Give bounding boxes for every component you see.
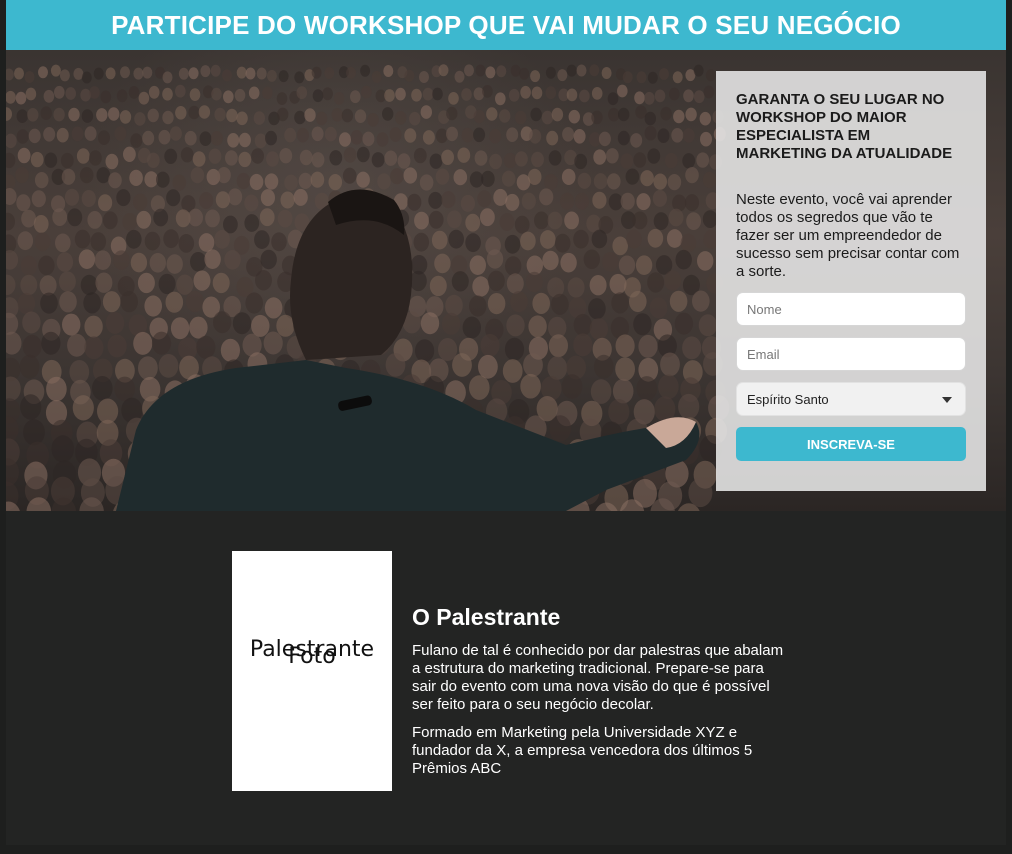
signup-description: Neste evento, você vai aprender todos os… bbox=[736, 191, 960, 280]
speaker-bio-paragraph-2: Formado em Marketing pela Universidade X… bbox=[412, 724, 753, 777]
signup-form-panel: GARANTA O SEU LUGAR NO WORKSHOP DO MAIOR… bbox=[716, 71, 986, 491]
state-select-value: Espírito Santo bbox=[747, 391, 829, 407]
email-field[interactable] bbox=[736, 337, 966, 371]
speaker-section: O Palestrante Fulano de tal é conhecido … bbox=[412, 603, 784, 788]
hero-section: GARANTA O SEU LUGAR NO WORKSHOP DO MAIOR… bbox=[6, 50, 1006, 511]
banner-title: PARTICIPE DO WORKSHOP QUE VAI MUDAR O SE… bbox=[111, 9, 901, 40]
speaker-photo-label-line2: Palestrante bbox=[249, 637, 375, 662]
chevron-down-icon bbox=[942, 397, 952, 403]
signup-heading: GARANTA O SEU LUGAR NO WORKSHOP DO MAIOR… bbox=[736, 91, 953, 162]
speaker-title: O Palestrante bbox=[412, 604, 561, 630]
name-field[interactable] bbox=[736, 292, 966, 326]
speaker-bio-paragraph-1: Fulano de tal é conhecido por dar palest… bbox=[412, 642, 784, 713]
subscribe-button[interactable]: INSCREVA-SE bbox=[736, 427, 966, 461]
landing-page: PARTICIPE DO WORKSHOP QUE VAI MUDAR O SE… bbox=[6, 0, 1006, 845]
state-select[interactable]: Espírito Santo bbox=[736, 382, 966, 416]
speaker-photo: Foto Palestrante bbox=[232, 551, 392, 791]
top-banner: PARTICIPE DO WORKSHOP QUE VAI MUDAR O SE… bbox=[6, 0, 1006, 50]
